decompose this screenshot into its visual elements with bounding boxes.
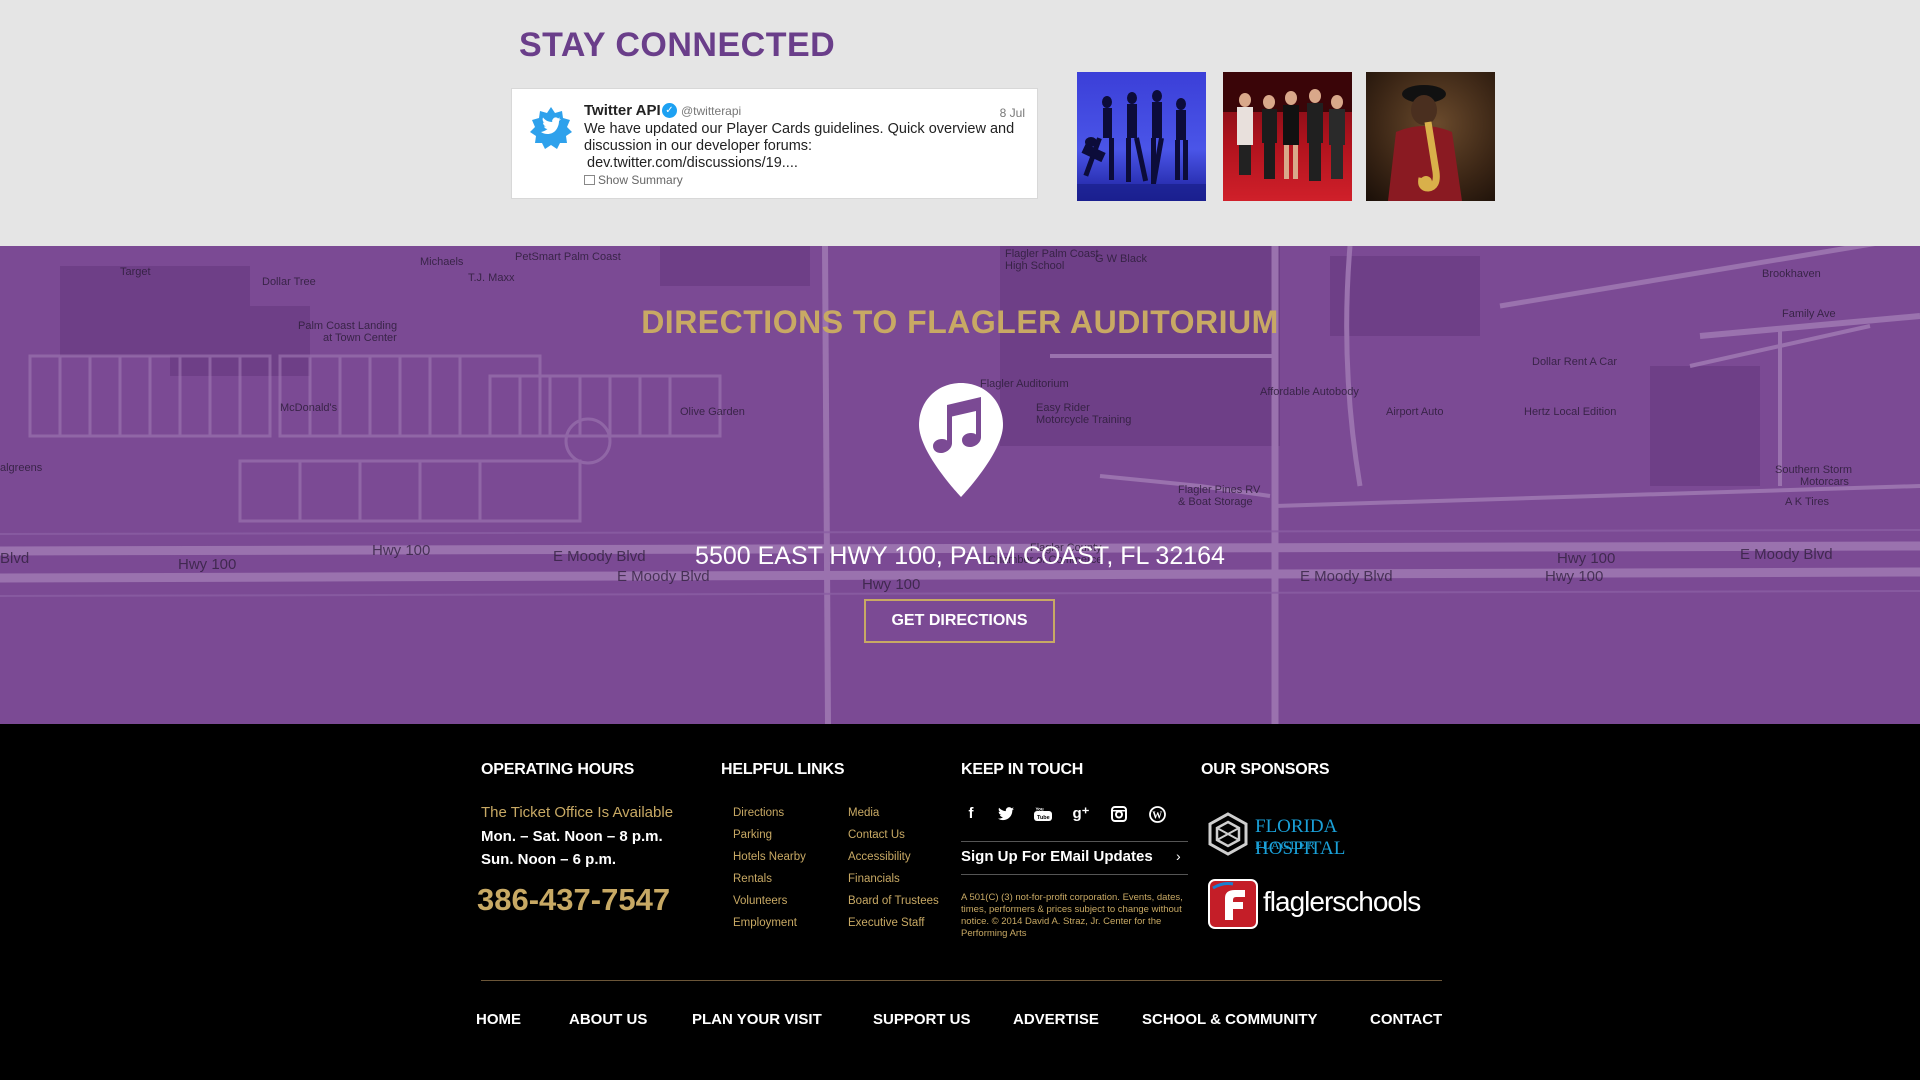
map-label-building: G W Black [1095, 253, 1147, 265]
map-label-ak-tires: A K Tires [1785, 496, 1830, 508]
verified-check-icon: ✓ [662, 103, 677, 118]
summary-icon [584, 175, 595, 185]
map-label-target: Target [120, 266, 151, 278]
wordpress-icon[interactable]: W [1147, 804, 1167, 824]
saxophone-player-photo[interactable] [1366, 72, 1495, 201]
footer-link-contact-us[interactable]: Contact Us [848, 829, 905, 841]
music-note-pin-icon[interactable] [917, 381, 1005, 499]
map-label-brookhaven: Brookhaven [1762, 268, 1821, 280]
map-label-tj-maxx: T.J. Maxx [468, 272, 515, 284]
map-label-dollar-rent: Dollar Rent A Car [1532, 356, 1617, 368]
phone-number[interactable]: 386-437-7547 [477, 882, 670, 918]
helpful-links-title: HELPFUL LINKS [721, 761, 845, 778]
map-label-hertz: Hertz Local Edition [1524, 406, 1617, 418]
facebook-icon[interactable]: f [961, 804, 981, 824]
footer-link-rentals[interactable]: Rentals [733, 873, 772, 885]
footer-link-financials[interactable]: Financials [848, 873, 900, 885]
flagler-schools-name: flaglerschools [1263, 886, 1421, 917]
tweet-date[interactable]: 8 Jul [1000, 106, 1025, 120]
nav-about-us[interactable]: ABOUT US [569, 1011, 647, 1028]
nav-advertise[interactable]: ADVERTISE [1013, 1011, 1099, 1028]
email-signup-link[interactable]: Sign Up For EMail Updates [961, 848, 1153, 865]
twitter-bird-icon[interactable] [528, 105, 574, 151]
map-label-flagler-hs: Flagler Palm Coast [1005, 248, 1099, 260]
stay-connected-title: STAY CONNECTED [519, 26, 836, 64]
footer-link-executive-staff[interactable]: Executive Staff [848, 917, 925, 929]
divider [961, 841, 1188, 842]
twitter-icon[interactable] [996, 804, 1016, 824]
footer-link-accessibility[interactable]: Accessibility [848, 851, 911, 863]
operating-hours-title: OPERATING HOURS [481, 761, 635, 778]
nav-plan-your-visit[interactable]: PLAN YOUR VISIT [692, 1011, 822, 1028]
map-label-boat-storage: & Boat Storage [1178, 496, 1253, 508]
map-label-michaels: Michaels [420, 256, 464, 268]
dance-performance-photo[interactable] [1077, 72, 1206, 201]
footer-link-board[interactable]: Board of Trustees [848, 895, 939, 907]
directions-map-section[interactable]: Target Dollar Tree Michaels T.J. Maxx Pe… [0, 246, 1920, 724]
keep-in-touch-title: KEEP IN TOUCH [961, 761, 1084, 778]
svg-text:W: W [1152, 811, 1162, 822]
singers-performance-photo[interactable] [1223, 72, 1352, 201]
twitter-widget[interactable]: Twitter API ✓ @twitterapi 8 Jul We have … [511, 88, 1038, 199]
svg-text:Tube: Tube [1037, 815, 1050, 821]
map-label-motorcycle-training: Motorcycle Training [1036, 414, 1132, 426]
footer-link-parking[interactable]: Parking [733, 829, 772, 841]
footer-link-employment[interactable]: Employment [733, 917, 797, 929]
ticket-office-subtitle: The Ticket Office Is Available [481, 804, 674, 821]
flagler-schools-logo[interactable]: flaglerschools [1207, 878, 1427, 930]
map-label-mcdonalds: McDonald's [280, 402, 338, 414]
get-directions-button[interactable]: GET DIRECTIONS [864, 599, 1055, 643]
tweet-author-handle[interactable]: @twitterapi [681, 104, 741, 118]
footer-link-directions[interactable]: Directions [733, 807, 784, 819]
map-label-high-school: High School [1005, 260, 1065, 272]
map-label-flagler-pines: Flagler Pines RV [1178, 484, 1261, 496]
venue-address: 5500 EAST HWY 100, PALM COAST, FL 32164 [695, 542, 1225, 570]
map-road-hwy-100-center: Hwy 100 [862, 576, 921, 593]
footer-link-hotels[interactable]: Hotels Nearby [733, 851, 806, 863]
tweet-text: We have updated our Player Cards guideli… [584, 121, 1015, 154]
stay-connected-section: STAY CONNECTED Twitter API ✓ @twitterapi… [0, 0, 1920, 246]
nav-school-community[interactable]: SCHOOL & COMMUNITY [1142, 1011, 1318, 1028]
google-plus-icon[interactable]: g⁺ [1071, 804, 1091, 824]
tweet-link[interactable]: dev.twitter.com/discussions/19.... [587, 155, 798, 171]
youtube-icon[interactable]: You Tube [1033, 804, 1053, 824]
map-label-easy-rider: Easy Rider [1036, 402, 1090, 414]
footer-divider [481, 980, 1442, 981]
instagram-icon[interactable] [1109, 804, 1129, 824]
map-label-walgreens: algreens [0, 462, 43, 474]
divider [961, 874, 1188, 875]
footer-link-volunteers[interactable]: Volunteers [733, 895, 787, 907]
map-label-airport-auto: Airport Auto [1386, 406, 1444, 418]
map-label-affordable-autobody: Affordable Autobody [1260, 386, 1359, 398]
footer-link-media[interactable]: Media [848, 807, 879, 819]
map-label-southern-storm: Southern Storm [1775, 464, 1853, 476]
show-summary-link[interactable]: Show Summary [584, 173, 683, 187]
legal-text: A 501(C) (3) not-for-profit corporation.… [961, 892, 1183, 939]
hours-sunday: Sun. Noon – 6 p.m. [481, 851, 617, 868]
chevron-right-icon[interactable]: › [1176, 848, 1181, 864]
directions-title: DIRECTIONS TO FLAGLER AUDITORIUM [641, 304, 1279, 340]
map-label-petsmart: PetSmart Palm Coast [515, 251, 621, 263]
map-label-dollar-tree: Dollar Tree [262, 276, 316, 288]
map-label-olive-garden: Olive Garden [680, 406, 745, 418]
tweet-author-name[interactable]: Twitter API [584, 102, 661, 119]
nav-contact[interactable]: CONTACT [1370, 1011, 1442, 1028]
show-summary-label[interactable]: Show Summary [598, 173, 683, 187]
our-sponsors-title: OUR SPONSORS [1201, 761, 1330, 778]
site-footer: OPERATING HOURS The Ticket Office Is Ava… [0, 724, 1920, 1080]
nav-home[interactable]: HOME [476, 1011, 521, 1028]
map-label-motorcars: Motorcars [1800, 476, 1849, 488]
nav-support-us[interactable]: SUPPORT US [873, 1011, 971, 1028]
florida-hospital-logo[interactable]: FLORIDA HOSPITAL FLAGLER [1207, 812, 1427, 859]
florida-hospital-sub: FLAGLER [1255, 838, 1316, 852]
svg-text:You: You [1036, 807, 1044, 812]
hours-weekday: Mon. – Sat. Noon – 8 p.m. [481, 828, 663, 845]
